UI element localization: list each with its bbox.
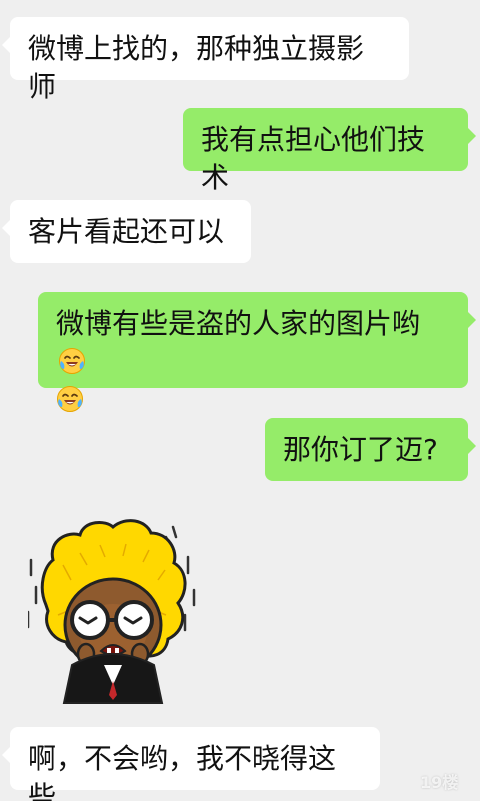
outgoing-message-text-3: 那你订了迈? — [283, 433, 438, 466]
incoming-message-text-1: 微博上找的，那种独立摄影师 — [28, 32, 365, 103]
outgoing-message-bubble-3[interactable]: 那你订了迈? — [265, 418, 476, 481]
incoming-message-text-3: 啊，不会哟，我不晓得这些 — [28, 742, 337, 801]
watermark-text: 19楼 — [420, 773, 459, 792]
incoming-message-text-2: 客片看起还可以 — [28, 215, 225, 248]
outgoing-message-bubble-2[interactable]: 微博有些是盗的人家的图片哟 — [38, 292, 476, 412]
incoming-message-bubble-2[interactable]: 客片看起还可以 — [2, 200, 251, 263]
crying-laughing-emoji — [58, 347, 86, 375]
incoming-message-bubble-1[interactable]: 微博上找的，那种独立摄影师 — [2, 17, 409, 103]
outgoing-message-text-1: 我有点担心他们技术 — [201, 123, 426, 194]
crying-laughing-emoji — [56, 385, 84, 413]
incoming-message-bubble-3[interactable]: 啊，不会哟，我不晓得这些 — [2, 727, 380, 801]
site-watermark: 19楼 — [420, 769, 468, 793]
outgoing-message-bubble-1[interactable]: 我有点担心他们技术 — [183, 108, 476, 194]
shivering-cartoon-sticker[interactable] — [26, 515, 198, 705]
outgoing-message-text-2: 微博有些是盗的人家的图片哟 — [56, 307, 421, 340]
chat-screen: 微博上找的，那种独立摄影师 我有点担心他们技术 客片看起还可以 微博有些是盗的人… — [0, 0, 480, 801]
